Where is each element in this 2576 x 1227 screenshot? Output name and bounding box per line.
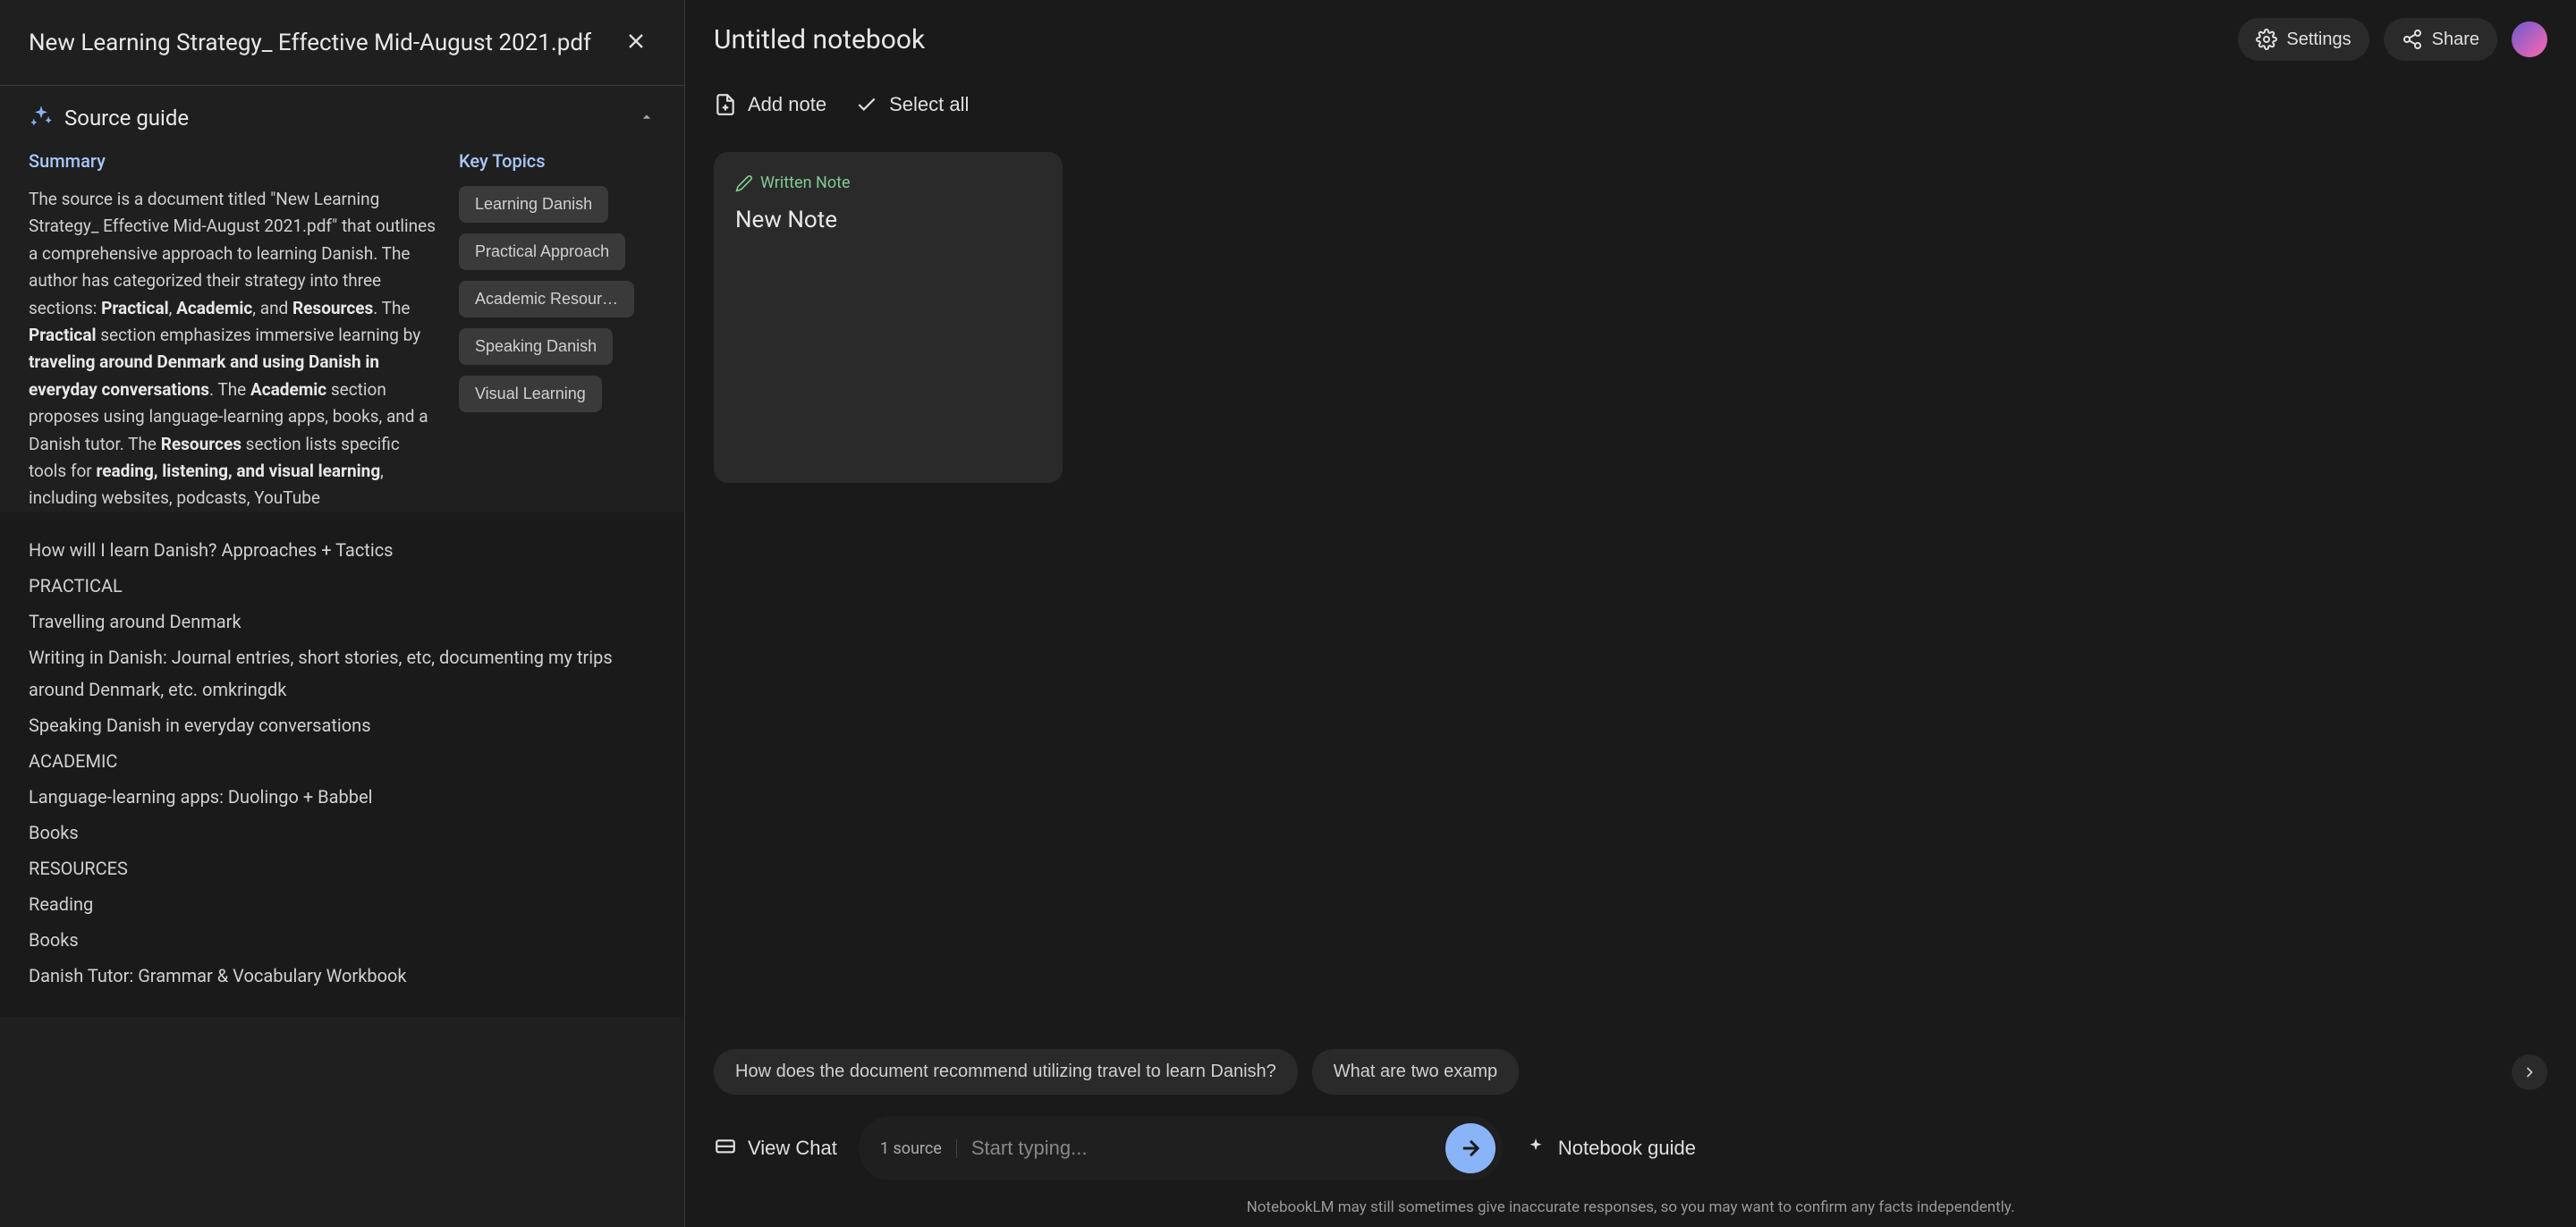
- select-all-label: Select all: [889, 93, 969, 116]
- chat-icon: [714, 1137, 737, 1160]
- close-icon: [623, 29, 648, 54]
- close-button[interactable]: [616, 21, 656, 63]
- send-button[interactable]: [1445, 1123, 1496, 1173]
- doc-line: Travelling around Denmark: [29, 605, 656, 638]
- avatar[interactable]: [2512, 21, 2547, 57]
- doc-line: Writing in Danish: Journal entries, shor…: [29, 641, 656, 706]
- key-topics-heading: Key Topics: [459, 150, 656, 172]
- note-card[interactable]: Written Note New Note: [714, 152, 1063, 483]
- doc-line: Books: [29, 817, 656, 849]
- share-button[interactable]: Share: [2384, 18, 2497, 61]
- input-row: View Chat 1 source Notebook guide: [714, 1116, 2547, 1180]
- view-chat-button[interactable]: View Chat: [714, 1137, 837, 1160]
- chevron-right-icon: [2521, 1063, 2538, 1081]
- notebook-title[interactable]: Untitled notebook: [714, 24, 925, 55]
- doc-line: RESOURCES: [29, 852, 656, 884]
- chevron-up-icon: [638, 108, 656, 126]
- select-all-button[interactable]: Select all: [855, 93, 969, 116]
- topic-chip[interactable]: Practical Approach: [459, 233, 625, 270]
- share-label: Share: [2432, 30, 2479, 50]
- doc-line: PRACTICAL: [29, 570, 656, 602]
- notes-area: Written Note New Note: [685, 131, 2576, 1031]
- summary-column: Summary The source is a document titled …: [29, 150, 437, 512]
- source-guide-label: Source guide: [64, 106, 189, 131]
- notebook-guide-label: Notebook guide: [1558, 1137, 1696, 1160]
- header-actions: Settings Share: [2238, 18, 2547, 61]
- pencil-icon: [735, 174, 753, 192]
- source-guide-left: Source guide: [29, 104, 189, 132]
- sparkle-icon: [1524, 1137, 1547, 1160]
- document-content[interactable]: How will I learn Danish? Approaches + Ta…: [0, 512, 684, 1017]
- doc-line: Language-learning apps: Duolingo + Babbe…: [29, 781, 656, 813]
- add-note-icon: [714, 93, 737, 116]
- content-area: Summary The source is a document titled …: [0, 150, 684, 512]
- doc-line: ACADEMIC: [29, 745, 656, 777]
- disclaimer: NotebookLM may still sometimes give inac…: [714, 1198, 2547, 1227]
- doc-line: Speaking Danish in everyday conversation…: [29, 709, 656, 741]
- sparkle-icon: [29, 104, 54, 132]
- add-note-button[interactable]: Add note: [714, 93, 826, 116]
- settings-button[interactable]: Settings: [2238, 18, 2368, 61]
- doc-line: Danish Tutor: Grammar & Vocabulary Workb…: [29, 960, 656, 992]
- right-panel: Untitled notebook Settings Share Add not…: [685, 0, 2576, 1227]
- right-header: Untitled notebook Settings Share: [685, 0, 2576, 79]
- left-header: New Learning Strategy_ Effective Mid-Aug…: [0, 0, 684, 86]
- arrow-right-icon: [1458, 1136, 1483, 1161]
- left-panel: New Learning Strategy_ Effective Mid-Aug…: [0, 0, 685, 1227]
- toolbar: Add note Select all: [685, 79, 2576, 131]
- topic-chip[interactable]: Learning Danish: [459, 186, 608, 223]
- notebook-guide-button[interactable]: Notebook guide: [1524, 1137, 1696, 1160]
- check-icon: [855, 93, 878, 116]
- suggestion-chip[interactable]: How does the document recommend utilizin…: [714, 1049, 1298, 1095]
- view-chat-label: View Chat: [748, 1137, 837, 1160]
- gear-icon: [2256, 29, 2277, 50]
- input-container: 1 source: [859, 1116, 1503, 1180]
- share-icon: [2402, 29, 2423, 50]
- doc-line: Reading: [29, 888, 656, 920]
- source-count[interactable]: 1 source: [880, 1139, 957, 1158]
- settings-label: Settings: [2286, 30, 2351, 50]
- suggestion-chip[interactable]: What are two examp: [1312, 1049, 1519, 1095]
- summary-text: The source is a document titled "New Lea…: [29, 186, 437, 512]
- add-note-label: Add note: [748, 93, 826, 116]
- summary-heading: Summary: [29, 150, 437, 172]
- next-suggestion-button[interactable]: [2512, 1054, 2547, 1090]
- bottom-area: How does the document recommend utilizin…: [685, 1031, 2576, 1227]
- source-guide-header[interactable]: Source guide: [0, 86, 684, 150]
- chat-input[interactable]: [971, 1137, 1431, 1160]
- note-tag: Written Note: [735, 173, 1041, 192]
- topic-chip[interactable]: Speaking Danish: [459, 328, 613, 365]
- doc-line: Books: [29, 924, 656, 956]
- topic-chip[interactable]: Visual Learning: [459, 376, 602, 412]
- suggestions-row: How does the document recommend utilizin…: [714, 1049, 2547, 1095]
- collapse-button[interactable]: [638, 108, 656, 129]
- key-topics-column: Key Topics Learning Danish Practical App…: [459, 150, 656, 512]
- topic-chip[interactable]: Academic Resour…: [459, 281, 634, 317]
- note-tag-label: Written Note: [760, 173, 851, 192]
- note-title: New Note: [735, 207, 1041, 233]
- doc-line: How will I learn Danish? Approaches + Ta…: [29, 534, 656, 566]
- document-title: New Learning Strategy_ Effective Mid-Aug…: [29, 30, 591, 56]
